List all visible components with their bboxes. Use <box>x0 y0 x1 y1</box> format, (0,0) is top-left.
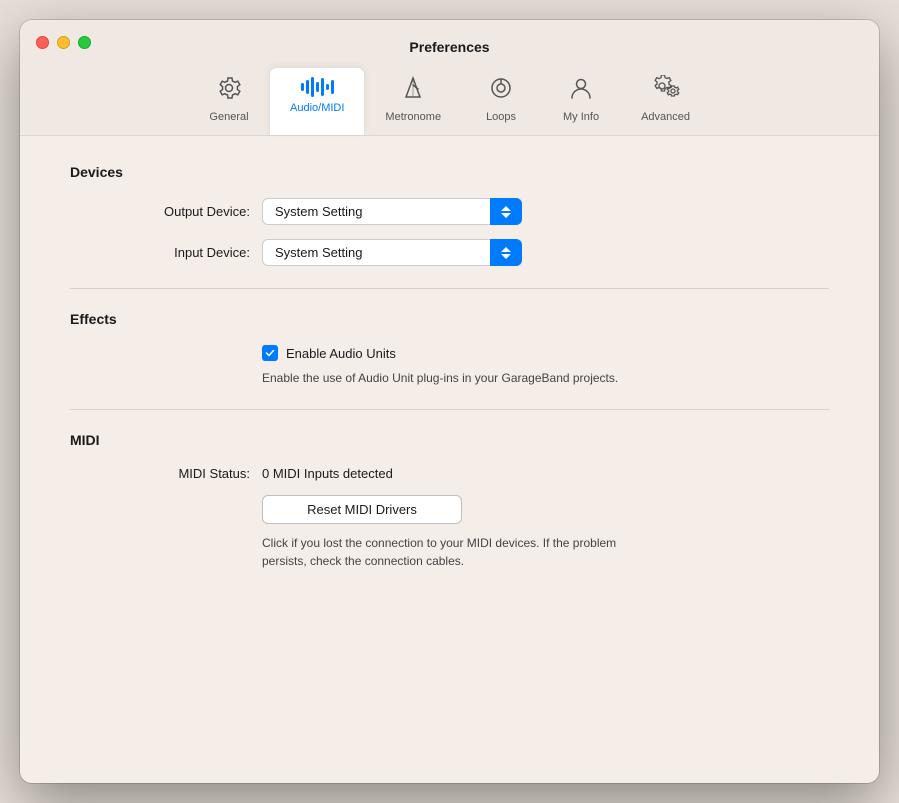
enable-audio-units-checkbox[interactable] <box>262 345 278 361</box>
tab-general[interactable]: General <box>189 67 269 135</box>
content-area: Devices Output Device: System Setting In… <box>20 136 879 783</box>
devices-section-title: Devices <box>70 164 829 180</box>
gear-icon <box>216 75 242 107</box>
midi-status-row: MIDI Status: 0 MIDI Inputs detected <box>70 466 829 481</box>
tab-metronome[interactable]: Metronome <box>365 67 461 135</box>
metronome-icon <box>400 75 426 107</box>
person-icon <box>568 75 594 107</box>
midi-status-label: MIDI Status: <box>70 466 250 481</box>
midi-status-value: 0 MIDI Inputs detected <box>262 466 393 481</box>
tab-advanced-label: Advanced <box>641 111 690 123</box>
preferences-window: Preferences General <box>20 20 879 783</box>
output-device-select-wrapper[interactable]: System Setting <box>262 198 522 225</box>
devices-effects-divider <box>70 288 829 289</box>
reset-midi-button[interactable]: Reset MIDI Drivers <box>262 495 462 524</box>
waveform-icon <box>301 76 334 98</box>
effects-section: Effects Enable Audio Units Enable the us… <box>70 311 829 387</box>
tab-bar: General Audio/MIDI <box>169 67 730 135</box>
midi-section-title: MIDI <box>70 432 829 448</box>
midi-reset-description: Click if you lost the connection to your… <box>262 534 662 570</box>
tab-general-label: General <box>209 111 248 123</box>
devices-section: Devices Output Device: System Setting In… <box>70 164 829 266</box>
tab-my-info[interactable]: My Info <box>541 67 621 135</box>
advanced-gear-icon <box>651 75 681 107</box>
output-device-label: Output Device: <box>70 204 250 219</box>
tab-audio-midi-label: Audio/MIDI <box>290 102 344 114</box>
enable-audio-units-label: Enable Audio Units <box>286 346 396 361</box>
tab-advanced[interactable]: Advanced <box>621 67 710 135</box>
tab-loops[interactable]: Loops <box>461 67 541 135</box>
tab-loops-label: Loops <box>486 111 516 123</box>
tab-my-info-label: My Info <box>563 111 599 123</box>
input-device-label: Input Device: <box>70 245 250 260</box>
window-title: Preferences <box>36 39 863 55</box>
reset-midi-button-row: Reset MIDI Drivers <box>262 495 829 524</box>
effects-midi-divider <box>70 409 829 410</box>
output-device-row: Output Device: System Setting <box>70 198 829 225</box>
input-device-select-wrapper[interactable]: System Setting <box>262 239 522 266</box>
tab-audio-midi[interactable]: Audio/MIDI <box>269 67 365 135</box>
input-device-row: Input Device: System Setting <box>70 239 829 266</box>
output-device-select[interactable]: System Setting <box>262 198 522 225</box>
title-bar: Preferences General <box>20 20 879 136</box>
tab-metronome-label: Metronome <box>385 111 441 123</box>
midi-section: MIDI MIDI Status: 0 MIDI Inputs detected… <box>70 432 829 570</box>
input-device-select[interactable]: System Setting <box>262 239 522 266</box>
enable-audio-units-row: Enable Audio Units <box>262 345 829 361</box>
effects-section-title: Effects <box>70 311 829 327</box>
loops-icon <box>488 75 514 107</box>
audio-units-description: Enable the use of Audio Unit plug-ins in… <box>262 369 662 387</box>
